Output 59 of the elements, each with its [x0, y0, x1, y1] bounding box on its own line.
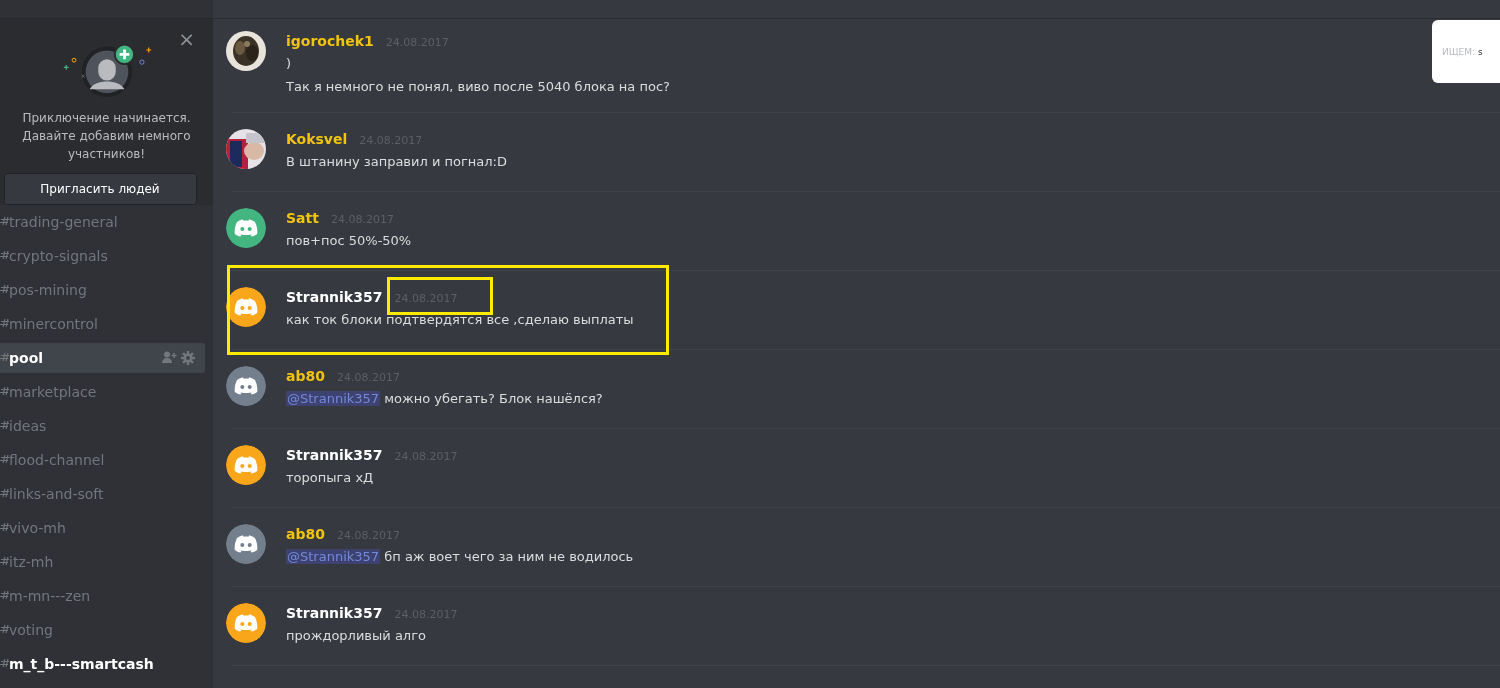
search-value: s: [1478, 46, 1483, 57]
channel-name: minercontrol: [9, 316, 99, 332]
message-text: как ток блоки подтвердятся все ,сделаю выплаты: [286, 311, 634, 329]
search-label: ИЩЕМ:: [1442, 46, 1476, 57]
channel-name: vivo-mh: [9, 520, 67, 536]
message-text: торопыга хД: [286, 469, 375, 487]
mention-link[interactable]: @Strannik357: [286, 549, 381, 564]
channel-name: m_t_b---smartcash: [9, 656, 155, 672]
message-text: ): [286, 55, 293, 73]
channel-item[interactable]: trading-general: [0, 207, 205, 237]
channel-name: pos-mining: [9, 282, 88, 298]
channel-name: pool: [9, 350, 45, 366]
channel-name: itz-mh: [9, 554, 55, 570]
invite-button[interactable]: Пригласить людей: [3, 172, 197, 205]
message-text: @Strannik357 бп аж воет чего за ним не водилось: [286, 548, 634, 566]
channel-item[interactable]: pos-mining: [0, 275, 205, 305]
author-name[interactable]: Strannik357: [286, 605, 383, 621]
author-name[interactable]: ab80: [286, 368, 325, 384]
channel-name: flood-channel: [9, 452, 106, 468]
settings-icon[interactable]: [181, 351, 195, 365]
add-user-icon[interactable]: [162, 351, 177, 363]
message-text: В штанину заправил и погнал:D: [286, 153, 507, 171]
channel-item[interactable]: m-mn---zen: [0, 581, 205, 611]
channel-item[interactable]: crypto-signals: [0, 241, 205, 271]
message-text: @Strannik357 можно убегать? Блок нашёлся?: [286, 390, 603, 408]
close-button[interactable]: ×: [178, 29, 195, 49]
channel-name: ideas: [9, 418, 48, 434]
message-text: Так я немного не понял, виво после 5040 блока на пос?: [286, 78, 670, 96]
channel-item[interactable]: links-and-soft: [0, 479, 205, 509]
channel-item[interactable]: m_t_b---smartcash: [0, 649, 205, 679]
avatar-logo-icon: [226, 366, 266, 406]
channel-item[interactable]: flood-channel: [0, 445, 205, 475]
message-text: пов+пос 50%-50%: [286, 232, 412, 250]
channel-item[interactable]: marketplace: [0, 377, 205, 407]
channel-item[interactable]: ideas: [0, 411, 205, 441]
author-name[interactable]: Strannik357: [286, 447, 383, 463]
channel-name: voting: [9, 622, 54, 638]
invite-message: Приключение начинается. Давайте добавим немного участников!: [21, 109, 192, 163]
channel-item[interactable]: voting: [0, 615, 205, 645]
author-name[interactable]: Satt: [286, 210, 319, 226]
channel-name: crypto-signals: [9, 248, 109, 264]
author-name[interactable]: ab80: [286, 526, 325, 542]
avatar-logo-icon: [226, 208, 266, 248]
mention-link[interactable]: @Strannik357: [286, 391, 381, 406]
channel-item[interactable]: minercontrol: [0, 309, 205, 339]
avatar-logo-icon: [226, 603, 266, 643]
channel-name: trading-general: [9, 214, 119, 230]
channel-name: m-mn---zen: [9, 588, 92, 604]
avatar-logo-icon: [226, 445, 266, 485]
channel-item[interactable]: itz-mh: [0, 547, 205, 577]
author-name[interactable]: Strannik357: [286, 289, 383, 305]
channel-name: marketplace: [9, 384, 98, 400]
author-name[interactable]: Koksvel: [286, 131, 348, 147]
message-text: прождорливый алго: [286, 627, 427, 645]
channel-name: links-and-soft: [9, 486, 105, 502]
channel-item[interactable]: vivo-mh: [0, 513, 205, 543]
channel-item[interactable]: pool: [0, 343, 205, 373]
author-name[interactable]: igorochek1: [286, 33, 374, 49]
avatar-logo-icon: [226, 524, 266, 564]
